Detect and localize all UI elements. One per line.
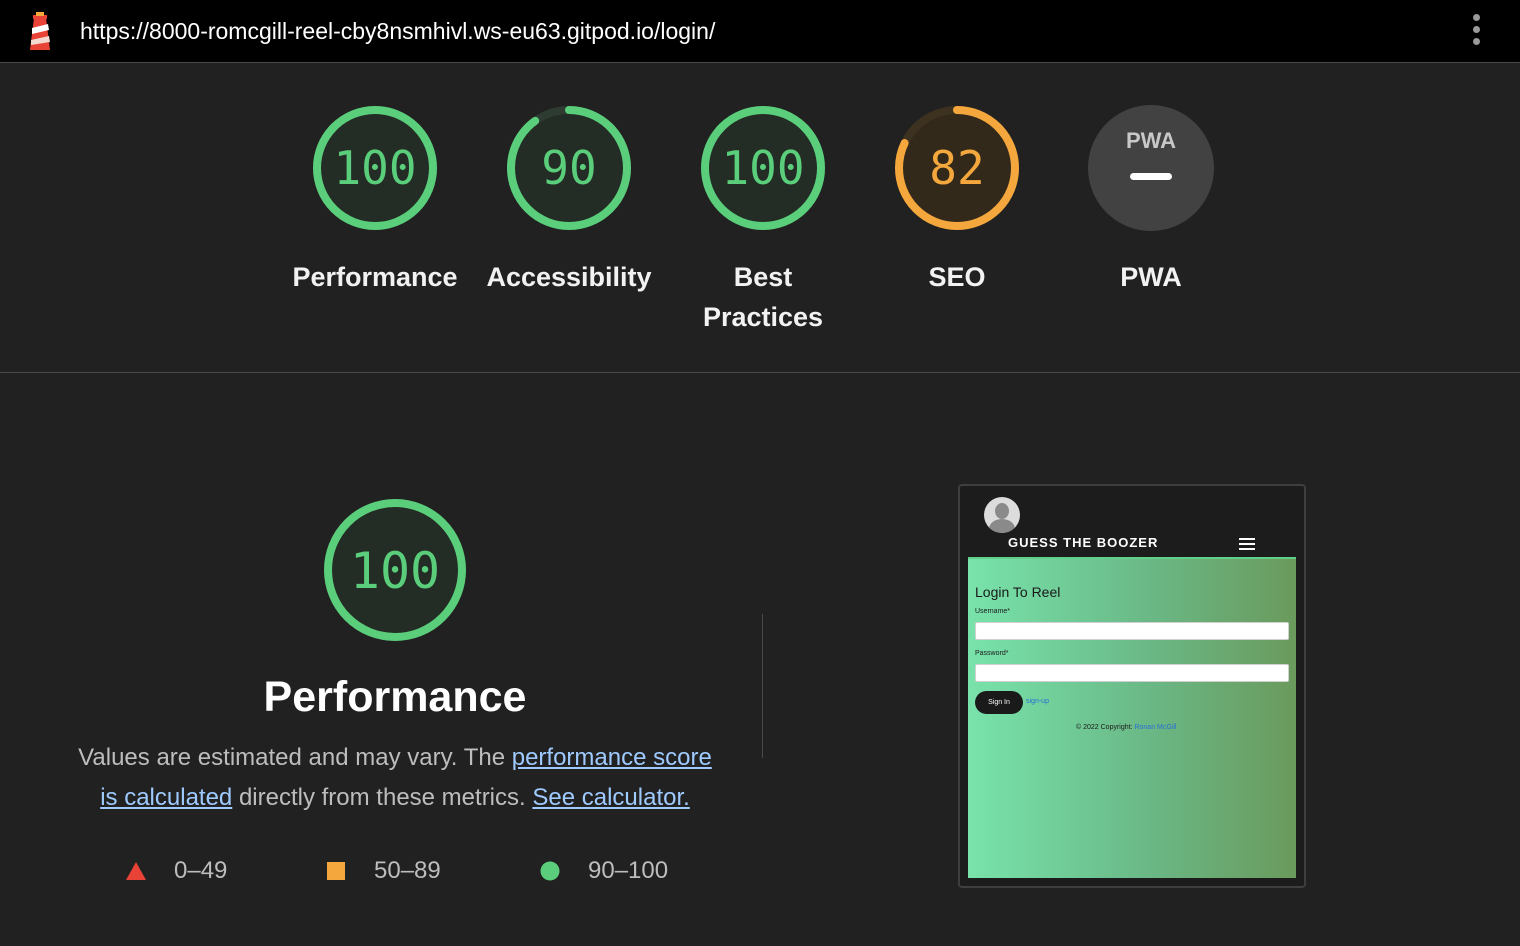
- score-gauge-accessibility: 90: [507, 106, 631, 230]
- thumb-password-field: [975, 664, 1289, 682]
- page-url[interactable]: https://8000-romcgill-reel-cby8nsmhivl.w…: [80, 16, 715, 46]
- gauge-label-best-practices: Best Practices: [663, 257, 863, 337]
- thumb-content: [968, 557, 1296, 878]
- desc-text-middle: directly from these metrics.: [232, 784, 533, 811]
- thumb-footer: © 2022 Copyright: Ronan McGill: [1076, 724, 1176, 731]
- score-value-seo: 82: [929, 141, 984, 195]
- gauge-performance[interactable]: 100 Performance: [275, 103, 475, 297]
- url-bar: https://8000-romcgill-reel-cby8nsmhivl.w…: [0, 0, 1520, 63]
- score-value-performance: 100: [333, 141, 416, 195]
- gauge-label-seo: SEO: [928, 262, 986, 292]
- thumb-signup-link: sign-up: [1026, 698, 1049, 705]
- thumb-username-field: [975, 622, 1289, 640]
- gauge-label-pwa: PWA: [1120, 262, 1182, 292]
- score-value-best-practices: 100: [721, 141, 804, 195]
- desc-text-before: Values are estimated and may vary. The: [78, 744, 512, 771]
- thumb-footer-text: © 2022 Copyright:: [1076, 724, 1135, 731]
- performance-score-gauge: 100: [324, 499, 466, 641]
- see-calculator-link[interactable]: See calculator.: [532, 784, 689, 811]
- gauge-accessibility[interactable]: 90 Accessibility: [469, 103, 669, 297]
- triangle-icon: [126, 862, 146, 880]
- gauge-pwa[interactable]: PWA PWA: [1051, 103, 1251, 297]
- more-vertical-icon[interactable]: [1466, 14, 1486, 50]
- thumb-login-title: Login To Reel: [975, 584, 1061, 600]
- avatar-icon: [984, 497, 1020, 533]
- thumb-signin-button: Sign In: [975, 691, 1023, 714]
- score-gauge-best-practices: 100: [701, 106, 825, 230]
- thumb-brand: GUESS THE BOOZER: [1008, 535, 1159, 550]
- legend-range-average: 50–89: [374, 857, 441, 884]
- score-gauge-performance: 100: [313, 106, 437, 230]
- performance-score-value: 100: [350, 542, 440, 600]
- performance-title: Performance: [263, 673, 527, 721]
- gauge-label-performance: Performance: [292, 262, 458, 292]
- pwa-badge-icon: PWA: [1088, 105, 1214, 231]
- lighthouse-icon: [30, 12, 50, 50]
- hamburger-menu-icon: [1239, 538, 1255, 550]
- section-divider: [0, 372, 1520, 373]
- gauge-label-accessibility: Accessibility: [486, 262, 652, 292]
- gauge-best-practices[interactable]: 100 Best Practices: [663, 103, 863, 337]
- pwa-badge-text: PWA: [1126, 128, 1176, 153]
- thumb-password-label: Password*: [975, 650, 1009, 657]
- thumb-footer-author: Ronan McGill: [1134, 724, 1177, 731]
- performance-description: Values are estimated and may vary. The p…: [70, 738, 720, 818]
- circle-icon: [540, 861, 560, 881]
- score-gauge-seo: 82: [895, 106, 1019, 230]
- gauge-seo[interactable]: 82 SEO: [857, 103, 1057, 297]
- score-value-accessibility: 90: [541, 141, 596, 195]
- vertical-separator: [762, 614, 763, 758]
- legend-range-fail: 0–49: [174, 857, 228, 884]
- legend-range-pass: 90–100: [588, 857, 669, 884]
- thumb-username-label: Username*: [975, 608, 1011, 615]
- square-icon: [327, 862, 345, 880]
- gauge-label-line-2: Practices: [702, 302, 824, 332]
- gauge-label-line-1: Best: [733, 262, 793, 292]
